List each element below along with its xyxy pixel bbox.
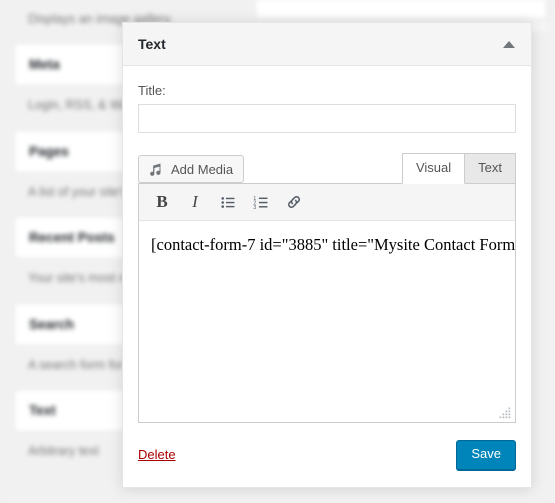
editor-shortcode-text: [contact-form-7 id="3885" title="Mysite … (151, 235, 516, 254)
editor-mode-tabs: Visual Text (401, 153, 516, 184)
link-icon[interactable] (279, 188, 309, 216)
widget-panel-footer: Delete Save (123, 423, 531, 487)
italic-icon[interactable]: I (180, 188, 210, 216)
title-field-label: Title: (138, 83, 166, 98)
text-widget-panel: Text Title: Add Media Visual Text B I 1 … (122, 22, 532, 488)
resize-grip-icon[interactable] (499, 406, 512, 419)
bulleted-list-icon[interactable] (213, 188, 243, 216)
save-button[interactable]: Save (456, 440, 516, 470)
media-icon (148, 161, 165, 178)
svg-text:3: 3 (253, 204, 256, 210)
widget-panel-header[interactable]: Text (123, 23, 531, 66)
delete-link[interactable]: Delete (138, 447, 176, 462)
widget-panel-title: Text (138, 36, 166, 52)
editor-top-row: Add Media Visual Text (138, 152, 516, 184)
title-input[interactable] (138, 104, 516, 133)
tab-text[interactable]: Text (465, 153, 516, 184)
tab-visual[interactable]: Visual (401, 153, 466, 184)
add-media-button[interactable]: Add Media (138, 155, 245, 183)
background-panel-top (255, 0, 547, 19)
add-media-label: Add Media (171, 161, 234, 177)
editor-content-area[interactable]: [contact-form-7 id="3885" title="Mysite … (138, 221, 516, 423)
editor-format-toolbar: B I 1 2 3 (138, 183, 516, 221)
chevron-up-icon[interactable] (503, 40, 515, 48)
numbered-list-icon[interactable]: 1 2 3 (246, 188, 276, 216)
bold-icon[interactable]: B (147, 188, 177, 216)
widget-panel-body: Title: Add Media Visual Text B I 1 2 3 [… (123, 66, 531, 423)
